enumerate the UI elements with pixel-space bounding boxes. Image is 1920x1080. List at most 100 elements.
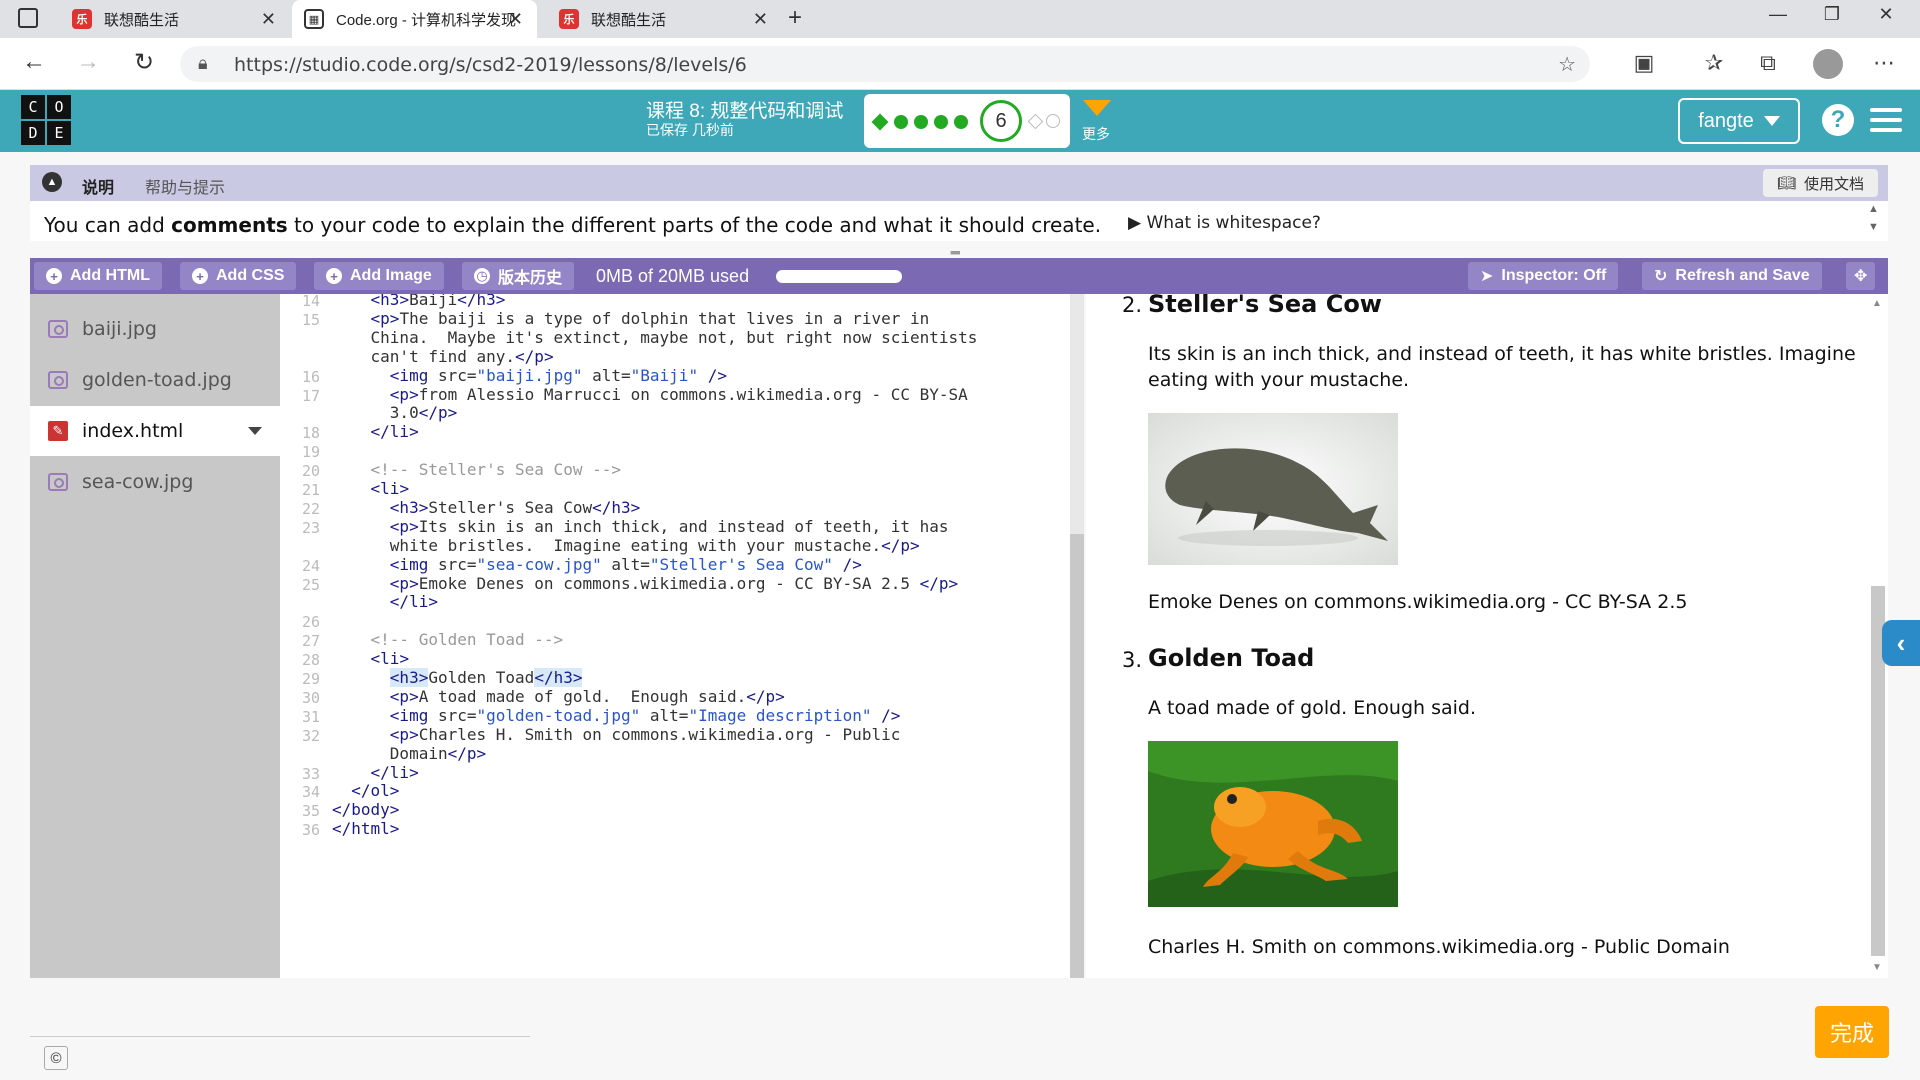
level-diamond[interactable] [871,113,889,131]
url-field[interactable]: 🔒︎ https://studio.code.org/s/csd2-2019/l… [180,46,1590,82]
minimize-icon[interactable]: — [1758,4,1798,25]
file-item[interactable]: baiji.jpg [30,304,280,354]
code-line[interactable]: </li> [332,422,419,441]
code-line[interactable]: </html> [332,819,399,838]
forward-icon[interactable]: → [72,48,104,76]
browser-tab-2[interactable]: ▦ Code.org - 计算机科学发现单元2 ✕ [292,0,537,38]
code-line[interactable]: </li> [332,763,419,782]
code-line[interactable]: <p>from Alessio Marrucci on commons.wiki… [332,385,968,404]
logo-letter: O [46,94,72,120]
level-dot-empty[interactable] [1046,114,1060,128]
refresh-save-button[interactable]: ↻ Refresh and Save [1642,262,1822,290]
tab-help-tips[interactable]: 帮助与提示 [145,174,225,198]
file-item-active[interactable]: ✎ index.html [30,406,280,456]
back-icon[interactable]: ← [18,48,50,76]
fullscreen-button[interactable]: ✥ [1846,262,1876,290]
lesson-title[interactable]: 课程 8: 规整代码和调试 [646,96,843,123]
collapse-icon[interactable]: ▲ [42,172,62,192]
hint-whitespace[interactable]: ▶ What is whitespace? [1128,213,1321,233]
codeorg-header: C O D E 课程 8: 规整代码和调试 已保存 几秒前 6 更多 fangt… [0,90,1920,152]
code-line[interactable]: </ol> [332,781,399,800]
preview-paragraph: A toad made of gold. Enough said. [1148,697,1477,719]
pencil-icon: ✎ [48,421,68,441]
code-line[interactable]: <img src="sea-cow.jpg" alt="Steller's Se… [332,555,862,574]
code-line[interactable]: Domain</p> [332,744,486,763]
code-line[interactable]: <!-- Steller's Sea Cow --> [332,460,621,479]
scroll-up-icon[interactable]: ▲ [1868,203,1879,215]
more-options-icon[interactable]: ⋯ [1868,50,1900,76]
code-line[interactable]: <h3>Golden Toad</h3> [332,668,583,687]
code-line[interactable]: <li> [332,649,410,668]
code-line[interactable]: China. Maybe it's extinct, maybe not, bu… [332,328,978,347]
line-number: 33 [301,764,320,783]
file-item[interactable]: sea-cow.jpg [30,457,280,507]
collections-icon[interactable]: ⧉ [1752,50,1784,76]
tab-actions-icon[interactable] [18,8,38,28]
level-dot[interactable] [954,115,968,129]
code-line[interactable]: <p>A toad made of gold. Enough said.</p> [332,687,785,706]
code-line[interactable]: can't find any.</p> [332,347,554,366]
browser-tab-1[interactable]: 乐 联想酷生活 ✕ [60,0,290,38]
more-arrow-icon[interactable] [1083,100,1111,116]
add-image-button[interactable]: + Add Image [314,262,444,290]
finish-button[interactable]: 完成 [1815,1006,1889,1058]
more-label[interactable]: 更多 [1082,124,1110,144]
tab-title: 联想酷生活 [104,11,180,29]
code-line[interactable]: <!-- Golden Toad --> [332,630,564,649]
code-editor[interactable]: 14 <h3>Baiji</h3> 15 <p>The baiji is a ty… [280,294,1070,978]
file-item[interactable]: golden-toad.jpg [30,355,280,405]
reload-icon[interactable]: ↻ [128,48,160,77]
extensions-icon[interactable]: ▣ [1628,50,1660,76]
code-line[interactable]: </li> [332,592,438,611]
code-line[interactable]: 3.0</p> [332,403,457,422]
code-scroll-thumb[interactable] [1070,534,1084,978]
add-css-button[interactable]: + Add CSS [180,262,297,290]
code-line[interactable]: <p>The baiji is a type of dolphin that l… [332,309,930,328]
restore-icon[interactable]: ❐ [1812,4,1852,25]
scroll-up-icon[interactable]: ▲ [1872,298,1882,309]
level-dot[interactable] [914,115,928,129]
current-level[interactable]: 6 [980,100,1022,142]
code-line[interactable]: <img src="baiji.jpg" alt="Baiji" /> [332,366,727,385]
code-line[interactable]: <h3>Baiji</h3> [332,294,506,309]
documentation-button[interactable]: 📖︎ 使用文档 [1762,169,1878,197]
line-number: 25 [301,575,320,594]
close-window-icon[interactable]: ✕ [1866,4,1906,25]
plus-icon: + [192,268,208,284]
browser-tab-bar: 乐 联想酷生活 ✕ ▦ Code.org - 计算机科学发现单元2 ✕ 乐 联想… [0,0,1920,38]
level-dot[interactable] [934,115,948,129]
help-icon[interactable]: ? [1822,104,1854,136]
user-menu-button[interactable]: fangte [1678,98,1800,144]
codeorg-logo[interactable]: C O D E [20,94,72,146]
line-number: 22 [301,499,320,518]
code-line[interactable]: <p>Charles H. Smith on commons.wikimedia… [332,725,901,744]
code-scrollbar[interactable] [1070,294,1084,978]
scroll-down-icon[interactable]: ▼ [1868,221,1879,233]
cursor-icon: ➤ [1480,268,1494,285]
code-line[interactable]: <p>Its skin is an inch thick, and instea… [332,517,949,536]
close-tab-icon[interactable]: ✕ [753,9,768,30]
browser-tab-3[interactable]: 乐 联想酷生活 ✕ [547,0,782,38]
code-line[interactable]: white bristles. Imagine eating with your… [332,536,920,555]
copyright-icon[interactable]: © [44,1046,68,1070]
hamburger-menu-icon[interactable] [1870,108,1902,138]
code-line[interactable]: <p>Emoke Denes on commons.wikimedia.org … [332,574,958,593]
inspector-button[interactable]: ➤ Inspector: Off [1468,262,1619,290]
code-line[interactable]: </body> [332,800,399,819]
scroll-down-icon[interactable]: ▼ [1872,962,1882,973]
side-panel-toggle[interactable]: ‹ [1882,620,1920,666]
chevron-down-icon[interactable] [248,427,262,435]
close-tab-icon[interactable]: ✕ [508,9,523,30]
new-tab-icon[interactable]: + [788,4,802,32]
level-dot[interactable] [894,115,908,129]
code-line[interactable]: <img src="golden-toad.jpg" alt="Image de… [332,706,901,725]
code-line[interactable]: <li> [332,479,410,498]
favorites-icon[interactable]: ✰ [1698,50,1730,76]
level-diamond-empty[interactable] [1027,113,1044,130]
add-favorite-icon[interactable]: ☆ [1558,52,1576,77]
profile-avatar[interactable] [1813,49,1843,79]
close-tab-icon[interactable]: ✕ [261,9,276,30]
version-history-button[interactable]: ◷ 版本历史 [462,262,575,290]
code-line[interactable]: <h3>Steller's Sea Cow</h3> [332,498,640,517]
add-html-button[interactable]: + Add HTML [34,262,162,290]
